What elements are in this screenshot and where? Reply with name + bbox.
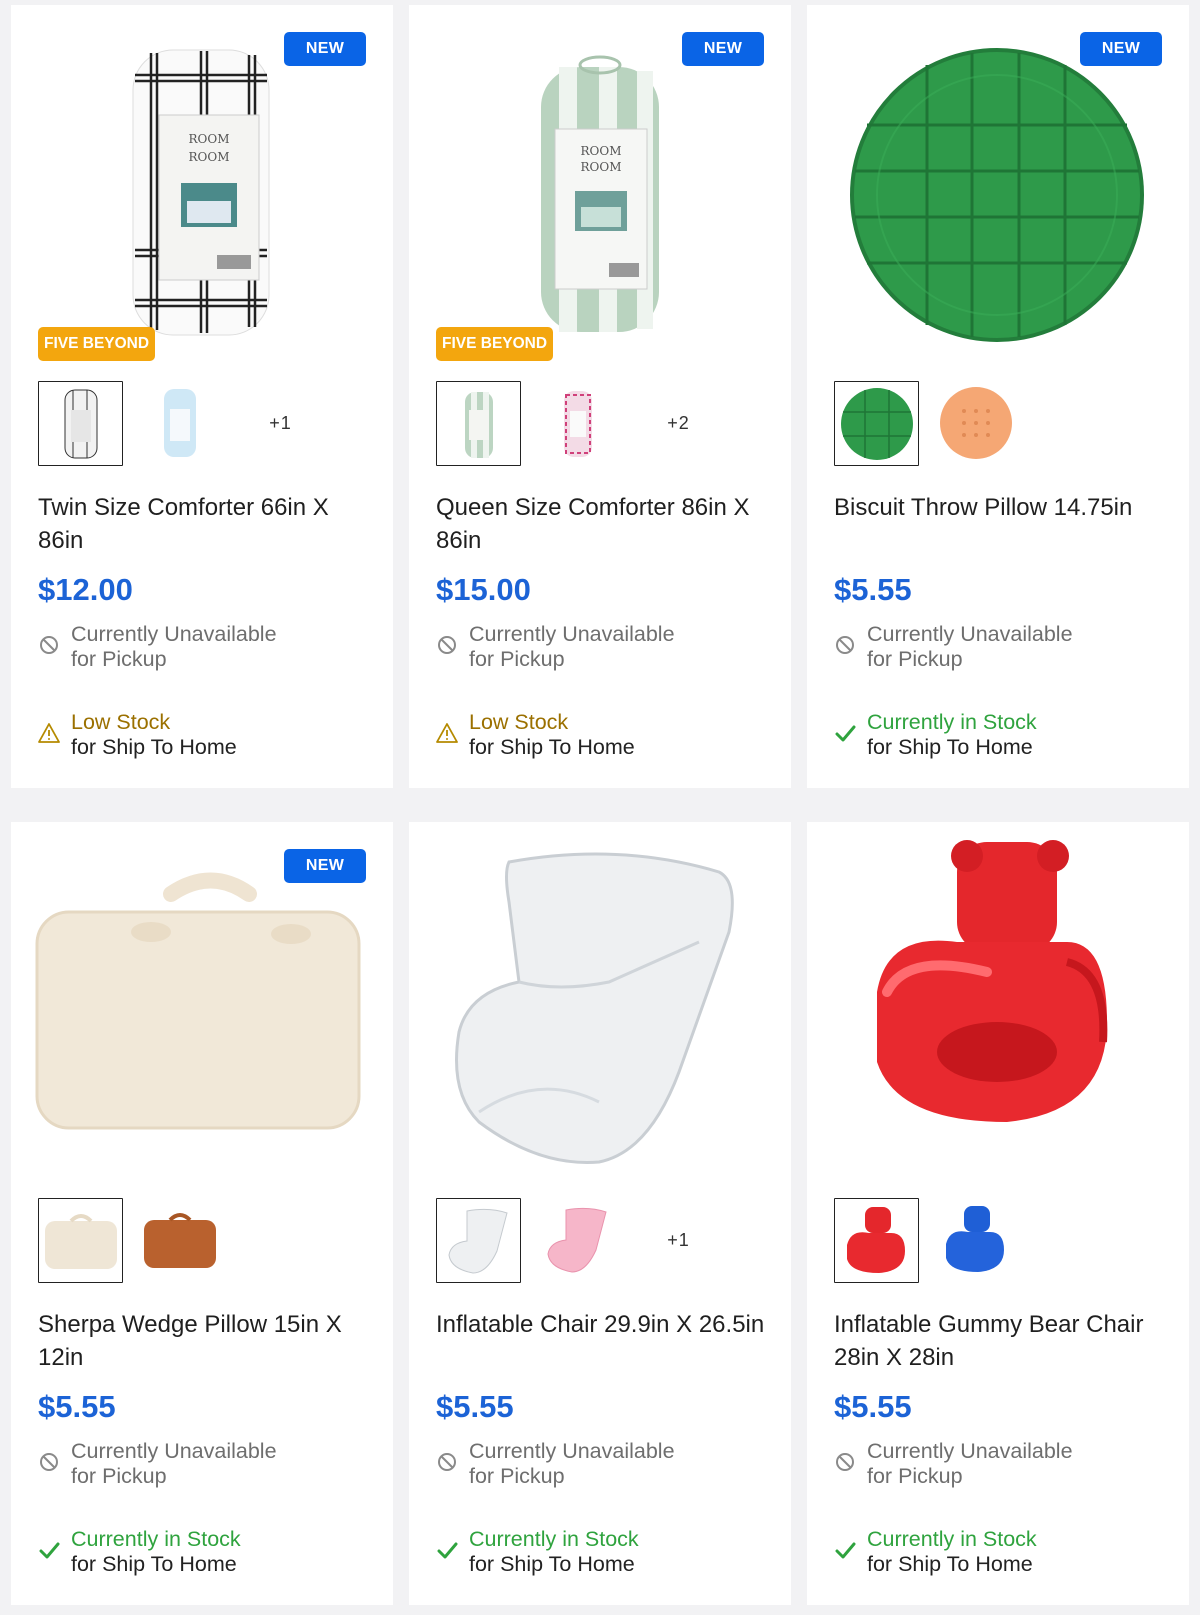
unavailable-icon bbox=[40, 636, 58, 654]
swatch-selected[interactable] bbox=[436, 1198, 521, 1283]
color-swatches: +1 bbox=[38, 381, 378, 467]
product-price: $5.55 bbox=[38, 1389, 116, 1424]
swatch[interactable] bbox=[934, 381, 1019, 466]
product-title[interactable]: Sherpa Wedge Pillow 15in X 12in bbox=[38, 1308, 373, 1374]
ship-status-text: Low Stock bbox=[469, 710, 569, 734]
color-swatches bbox=[834, 1198, 1174, 1284]
new-badge: NEW bbox=[682, 32, 764, 66]
pickup-status-text: Currently Unavailable bbox=[71, 1439, 277, 1463]
pickup-label: for Pickup bbox=[71, 1464, 167, 1488]
product-title[interactable]: Inflatable Chair 29.9in X 26.5in bbox=[436, 1308, 771, 1341]
svg-text:ROOM: ROOM bbox=[581, 160, 622, 174]
swatch-selected[interactable] bbox=[834, 1198, 919, 1283]
swatch-selected[interactable] bbox=[834, 381, 919, 466]
more-swatches[interactable] bbox=[238, 1198, 323, 1283]
warning-icon bbox=[436, 723, 458, 743]
swatch-selected[interactable] bbox=[436, 381, 521, 466]
checkmark-icon bbox=[437, 1542, 458, 1559]
swatch-selected[interactable] bbox=[38, 381, 123, 466]
svg-text:ROOM: ROOM bbox=[189, 150, 230, 164]
more-swatches[interactable]: +2 bbox=[636, 381, 721, 466]
ship-status-text: Currently in Stock bbox=[469, 1527, 639, 1551]
swatch[interactable] bbox=[536, 381, 621, 466]
ship-label: for Ship To Home bbox=[469, 1552, 635, 1576]
unavailable-icon bbox=[438, 1453, 456, 1471]
product-card[interactable]: NEW Sherpa Wedge Pillow 15in X 12in $5.5… bbox=[11, 822, 393, 1605]
product-image[interactable]: NEW bbox=[11, 822, 393, 1182]
product-image[interactable] bbox=[807, 822, 1189, 1182]
pickup-label: for Pickup bbox=[867, 647, 963, 671]
ship-status-text: Currently in Stock bbox=[867, 710, 1037, 734]
product-price: $5.55 bbox=[834, 1389, 912, 1424]
five-beyond-badge: FIVE BEYOND bbox=[38, 327, 156, 361]
product-title[interactable]: Inflatable Gummy Bear Chair 28in X 28in bbox=[834, 1308, 1169, 1374]
product-price: $5.55 bbox=[834, 572, 912, 607]
more-swatches[interactable]: +1 bbox=[238, 381, 323, 466]
product-card[interactable]: ROOM ROOM NEW FIVE BEYOND +2 Queen Size … bbox=[409, 5, 791, 788]
color-swatches: +1 bbox=[436, 1198, 776, 1284]
product-price: $15.00 bbox=[436, 572, 531, 607]
new-badge: NEW bbox=[1080, 32, 1162, 66]
product-title[interactable]: Biscuit Throw Pillow 14.75in bbox=[834, 491, 1169, 524]
product-card[interactable]: NEW Biscuit Throw Pillow 14.75in $5.55 C… bbox=[807, 5, 1189, 788]
checkmark-icon bbox=[835, 1542, 856, 1559]
more-swatches[interactable] bbox=[1034, 381, 1119, 466]
color-swatches bbox=[834, 381, 1174, 467]
product-grid: ROOM ROOM NEW FIVE BEYOND +1 Twin Size C… bbox=[0, 0, 1200, 1615]
new-badge: NEW bbox=[284, 849, 366, 883]
ship-status-text: Currently in Stock bbox=[867, 1527, 1037, 1551]
product-card[interactable]: Inflatable Gummy Bear Chair 28in X 28in … bbox=[807, 822, 1189, 1605]
checkmark-icon bbox=[835, 725, 856, 742]
pickup-label: for Pickup bbox=[469, 647, 565, 671]
swatch[interactable] bbox=[934, 1198, 1019, 1283]
more-swatches[interactable]: +1 bbox=[636, 1198, 721, 1283]
warning-icon bbox=[38, 723, 60, 743]
unavailable-icon bbox=[836, 636, 854, 654]
ship-label: for Ship To Home bbox=[867, 1552, 1033, 1576]
swatch[interactable] bbox=[536, 1198, 621, 1283]
product-image[interactable]: ROOM ROOM NEW FIVE BEYOND bbox=[409, 5, 791, 365]
product-image[interactable] bbox=[409, 822, 791, 1182]
product-title[interactable]: Queen Size Comforter 86in X 86in bbox=[436, 491, 771, 557]
ship-label: for Ship To Home bbox=[71, 1552, 237, 1576]
ship-label: for Ship To Home bbox=[867, 735, 1033, 759]
unavailable-icon bbox=[438, 636, 456, 654]
more-swatches[interactable] bbox=[1034, 1198, 1119, 1283]
swatch[interactable] bbox=[138, 1198, 223, 1283]
pickup-status-text: Currently Unavailable bbox=[867, 1439, 1073, 1463]
pickup-label: for Pickup bbox=[867, 1464, 963, 1488]
ship-status-text: Low Stock bbox=[71, 710, 171, 734]
new-badge: NEW bbox=[284, 32, 366, 66]
svg-text:ROOM: ROOM bbox=[189, 132, 230, 146]
pickup-status-text: Currently Unavailable bbox=[71, 622, 277, 646]
checkmark-icon bbox=[39, 1542, 60, 1559]
pickup-label: for Pickup bbox=[469, 1464, 565, 1488]
swatch[interactable] bbox=[138, 381, 223, 466]
color-swatches bbox=[38, 1198, 378, 1284]
product-image[interactable]: ROOM ROOM NEW FIVE BEYOND bbox=[11, 5, 393, 365]
product-card[interactable]: ROOM ROOM NEW FIVE BEYOND +1 Twin Size C… bbox=[11, 5, 393, 788]
color-swatches: +2 bbox=[436, 381, 776, 467]
pickup-status-text: Currently Unavailable bbox=[469, 622, 675, 646]
product-price: $5.55 bbox=[436, 1389, 514, 1424]
product-image[interactable]: NEW bbox=[807, 5, 1189, 365]
product-card[interactable]: +1 Inflatable Chair 29.9in X 26.5in $5.5… bbox=[409, 822, 791, 1605]
pickup-status-text: Currently Unavailable bbox=[469, 1439, 675, 1463]
swatch-selected[interactable] bbox=[38, 1198, 123, 1283]
ship-status-text: Currently in Stock bbox=[71, 1527, 241, 1551]
product-price: $12.00 bbox=[38, 572, 133, 607]
svg-text:ROOM: ROOM bbox=[581, 144, 622, 158]
product-title[interactable]: Twin Size Comforter 66in X 86in bbox=[38, 491, 373, 557]
ship-label: for Ship To Home bbox=[469, 735, 635, 759]
ship-label: for Ship To Home bbox=[71, 735, 237, 759]
pickup-label: for Pickup bbox=[71, 647, 167, 671]
unavailable-icon bbox=[40, 1453, 58, 1471]
unavailable-icon bbox=[836, 1453, 854, 1471]
pickup-status-text: Currently Unavailable bbox=[867, 622, 1073, 646]
five-beyond-badge: FIVE BEYOND bbox=[436, 327, 554, 361]
